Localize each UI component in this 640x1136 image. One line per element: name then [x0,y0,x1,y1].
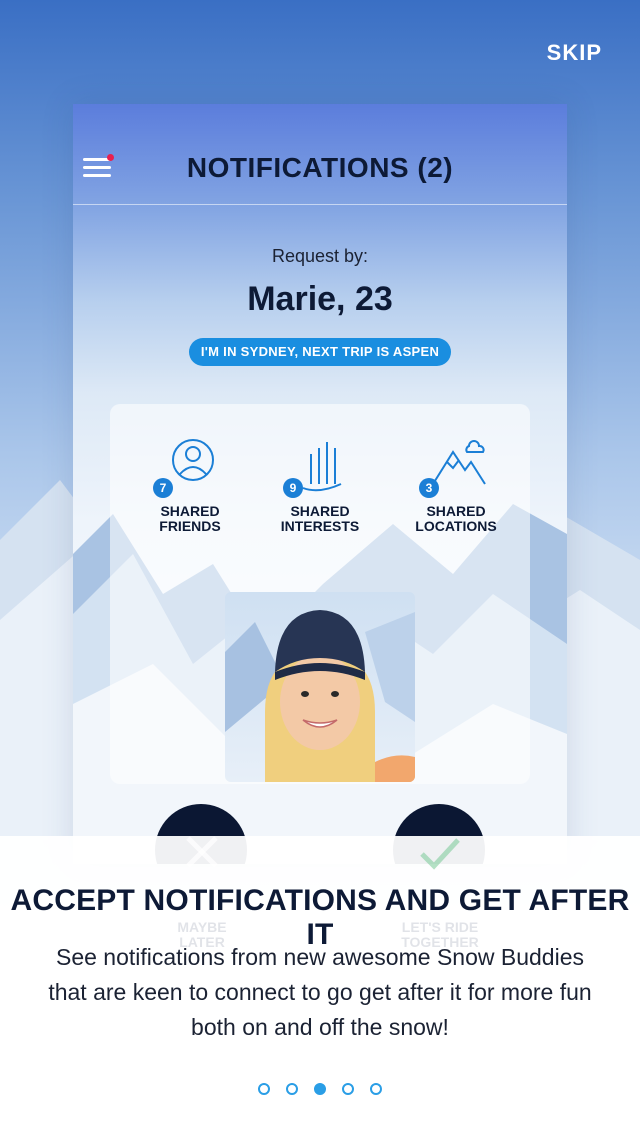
page-indicator [0,1082,640,1100]
onboarding-description: See notifications from new awesome Snow … [48,944,592,1040]
skis-icon: 9 [283,434,355,498]
onboarding-sheet: MAYBE LATER LET'S RIDE TOGETHER ACCEPT NOT… [0,836,640,1136]
shared-interests-stat[interactable]: 9 SHARED INTERESTS [250,434,390,534]
shared-friends-stat[interactable]: 7 SHARED FRIENDS [120,434,260,534]
screen-title: NOTIFICATIONS (2) [186,152,454,183]
page-dot-3[interactable] [314,1083,326,1095]
locations-label-line1: SHARED [426,503,486,519]
locations-label-line2: LOCATIONS [415,518,497,534]
profile-photo [225,592,415,782]
interests-label-line2: INTERESTS [280,518,360,534]
page-dot-2[interactable] [286,1083,298,1095]
interests-label-line1: SHARED [290,503,350,519]
page-dot-1[interactable] [258,1083,270,1095]
location-pill: I'M IN SYDNEY, NEXT TRIP IS ASPEN [189,338,451,366]
friends-count-badge: 7 [153,478,173,498]
interests-count-badge: 9 [283,478,303,498]
header-divider [73,204,567,205]
page-dot-5[interactable] [370,1083,382,1095]
mountain-icon: 3 [419,434,491,498]
requester-name: Marie, 23 [247,280,393,318]
request-by-label: Request by: [271,246,369,266]
friends-label-line2: FRIENDS [159,518,221,534]
close-icon [186,836,218,868]
locations-count-badge: 3 [419,478,439,498]
skip-button[interactable]: SKIP [547,40,602,66]
shared-locations-stat[interactable]: 3 SHARED LOCATIONS [386,434,526,534]
app-preview: NOTIFICATIONS (2) Request by: Marie, 23 … [73,104,567,864]
friends-label-line1: SHARED [160,503,220,519]
page-dot-4[interactable] [342,1083,354,1095]
check-icon [420,838,460,870]
person-icon: 7 [153,434,225,498]
